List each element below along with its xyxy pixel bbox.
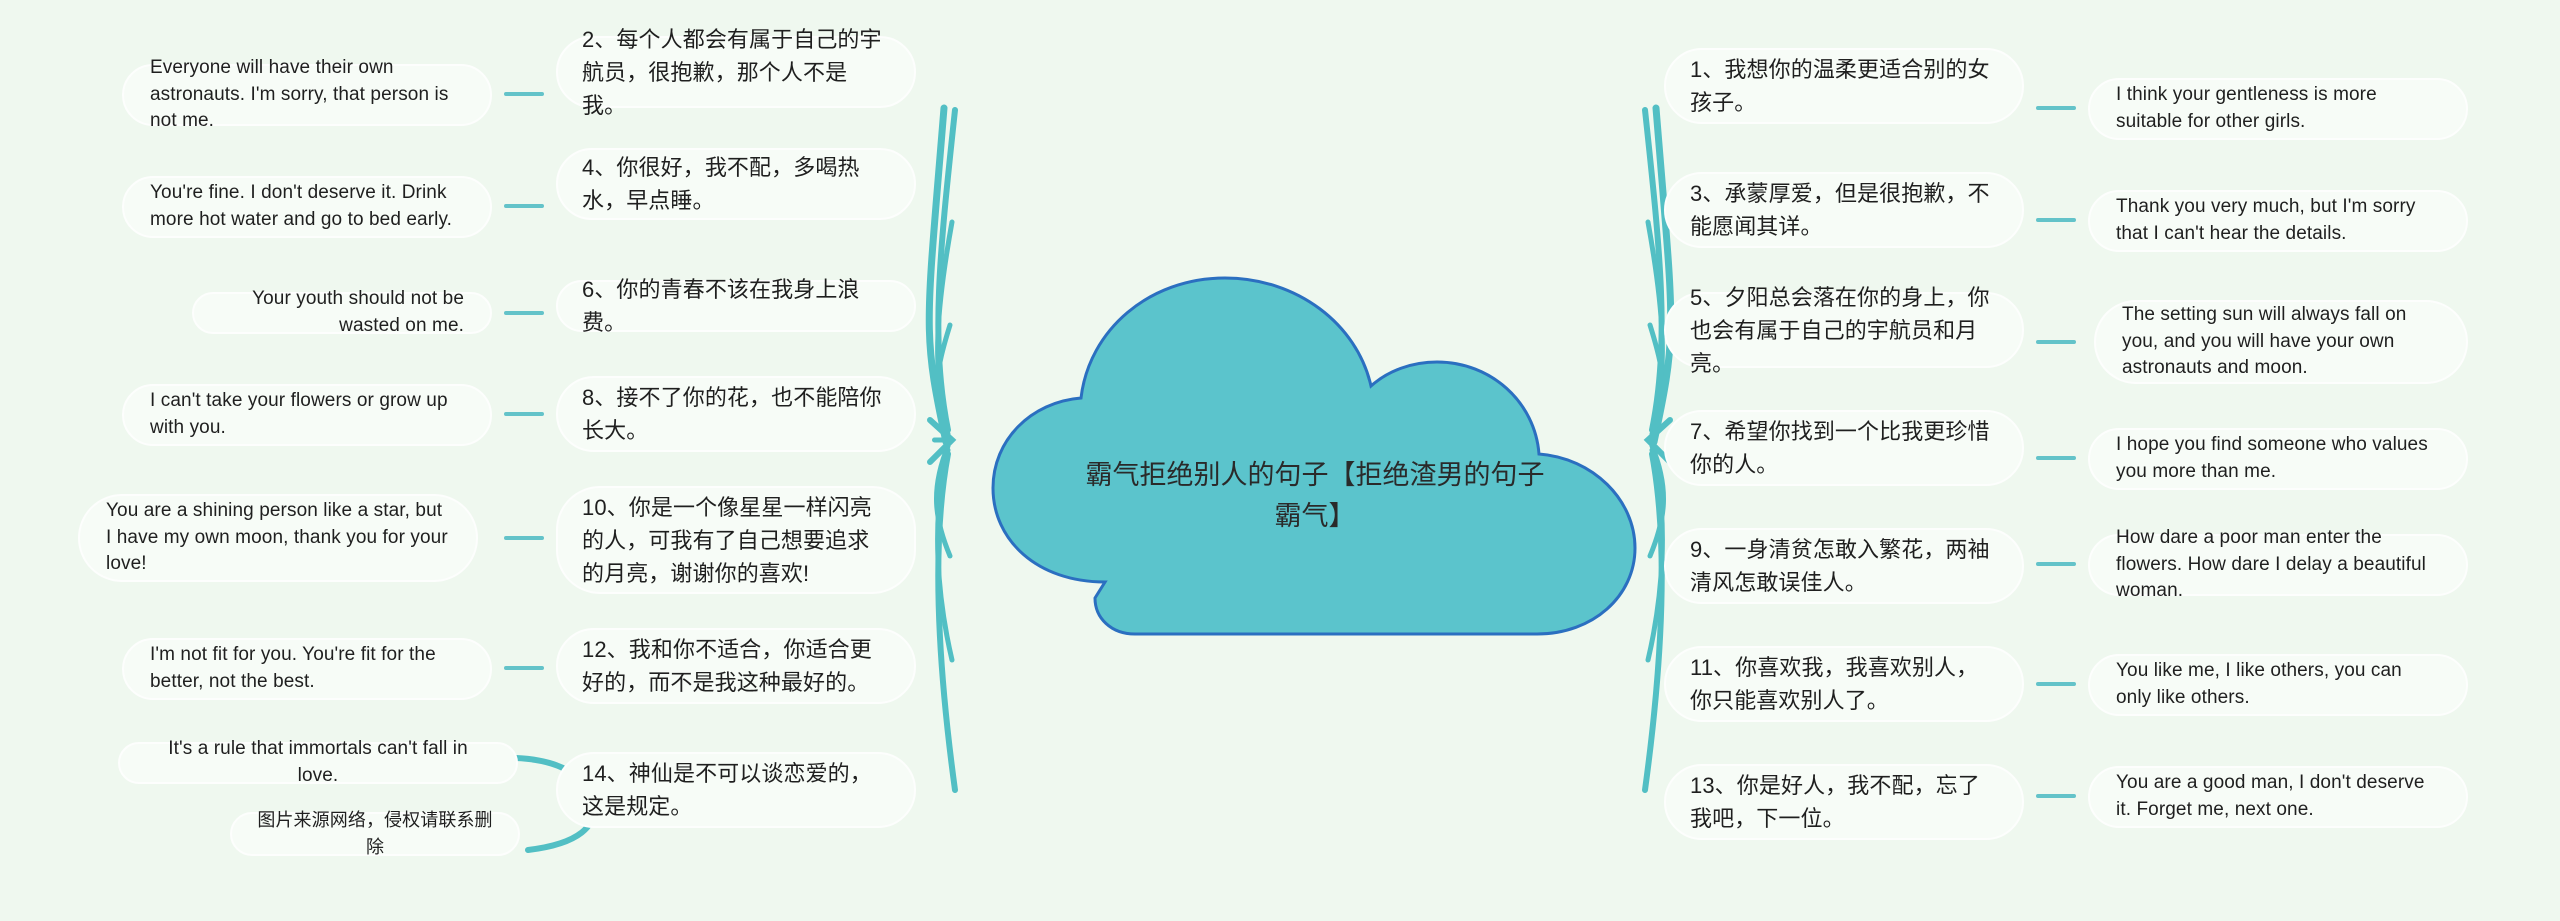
list-item[interactable]: You are a shining person like a star, bu… [78,494,478,582]
node-text-zh: 4、你很好，我不配，多喝热水，早点睡。 [582,155,860,213]
list-item[interactable]: 4、你很好，我不配，多喝热水，早点睡。 [556,148,916,220]
list-item[interactable]: 7、希望你找到一个比我更珍惜你的人。 [1664,410,2024,486]
node-text-zh: 3、承蒙厚爱，但是很抱歉，不能愿闻其详。 [1690,181,1990,239]
node-text-en: Your youth should not be wasted on me. [252,288,464,336]
central-cloud [985,248,1645,648]
list-item[interactable]: 9、一身清贫怎敢入繁花，两袖清风怎敢误佳人。 [1664,528,2024,604]
mindmap-canvas: 霸气拒绝别人的句子【拒绝渣男的句子霸气】 2、每个人都会有属于自己的宇航员，很抱… [0,0,2560,921]
list-item[interactable]: You like me, I like others, you can only… [2088,654,2468,716]
connector-dash [504,666,544,670]
list-item[interactable]: 3、承蒙厚爱，但是很抱歉，不能愿闻其详。 [1664,172,2024,248]
list-item[interactable]: 12、我和你不适合，你适合更好的，而不是我这种最好的。 [556,628,916,704]
connector-dash [2036,794,2076,798]
connector-dash [2036,562,2076,566]
list-item[interactable]: 6、你的青春不该在我身上浪费。 [556,277,916,335]
connector-dash [504,311,544,315]
node-text-zh: 11、你喜欢我，我喜欢别人，你只能喜欢别人了。 [1690,655,1979,713]
list-item[interactable]: I'm not fit for you. You're fit for the … [122,638,492,700]
list-item[interactable]: 11、你喜欢我，我喜欢别人，你只能喜欢别人了。 [1664,646,2024,722]
list-item[interactable]: How dare a poor man enter the flowers. H… [2088,527,2468,601]
node-text-zh: 6、你的青春不该在我身上浪费。 [582,277,860,335]
list-item[interactable]: You're fine. I don't deserve it. Drink m… [122,176,492,238]
node-text-en: Everyone will have their own astronauts.… [150,56,449,132]
list-item[interactable]: It's a rule that immortals can't fall in… [118,738,518,786]
list-item[interactable]: 8、接不了你的花，也不能陪你长大。 [556,376,916,452]
list-item[interactable]: I hope you find someone who values you m… [2088,428,2468,490]
list-item[interactable]: I think your gentleness is more suitable… [2088,78,2468,140]
connector-dash [2036,106,2076,110]
node-text-en: I think your gentleness is more suitable… [2116,84,2377,132]
node-text-en: I hope you find someone who values you m… [2116,434,2428,482]
connector-dash [2036,456,2076,460]
node-text-en: You are a good man, I don't deserve it. … [2116,772,2425,820]
node-text-en: I'm not fit for you. You're fit for the … [150,644,436,692]
list-item[interactable]: The setting sun will always fall on you,… [2094,300,2468,384]
node-text-en: Thank you very much, but I'm sorry that … [2116,196,2416,244]
list-item[interactable]: I can't take your flowers or grow up wit… [122,384,492,446]
node-text-en: I can't take your flowers or grow up wit… [150,390,448,438]
connector-dash [2036,340,2076,344]
list-item[interactable]: Everyone will have their own astronauts.… [122,57,492,131]
node-text-zh: 8、接不了你的花，也不能陪你长大。 [582,385,882,443]
connector-dash [2036,682,2076,686]
connector-dash [504,92,544,96]
connector-dash [504,204,544,208]
list-item[interactable]: 2、每个人都会有属于自己的宇航员，很抱歉，那个人不是我。 [556,27,916,118]
node-text-en: It's a rule that immortals can't fall in… [168,738,468,786]
connector-dash [504,412,544,416]
list-item[interactable]: Thank you very much, but I'm sorry that … [2088,190,2468,252]
node-text-zh: 9、一身清贫怎敢入繁花，两袖清风怎敢误佳人。 [1690,537,1990,595]
list-item[interactable]: 1、我想你的温柔更适合别的女孩子。 [1664,48,2024,124]
page-title: 霸气拒绝别人的句子【拒绝渣男的句子霸气】 [1085,460,1545,532]
list-item[interactable]: 5、夕阳总会落在你的身上，你也会有属于自己的宇航员和月亮。 [1664,285,2024,376]
node-text-zh: 5、夕阳总会落在你的身上，你也会有属于自己的宇航员和月亮。 [1690,284,1990,376]
node-text-zh: 13、你是好人，我不配，忘了我吧，下一位。 [1690,773,1980,831]
watermark-note: 图片来源网络，侵权请联系删除 [230,810,520,857]
connector-dash [504,536,544,540]
node-text-en: You're fine. I don't deserve it. Drink m… [150,182,453,230]
node-text-en: The setting sun will always fall on you,… [2122,303,2407,379]
node-text-zh: 10、你是一个像星星一样闪亮的人，可我有了自己想要追求的月亮，谢谢你的喜欢! [582,494,872,586]
node-text-en: You are a shining person like a star, bu… [106,499,448,575]
node-text-zh: 12、我和你不适合，你适合更好的，而不是我这种最好的。 [582,637,872,695]
list-item[interactable]: You are a good man, I don't deserve it. … [2088,766,2468,828]
node-text-zh: 2、每个人都会有属于自己的宇航员，很抱歉，那个人不是我。 [582,26,882,118]
list-item[interactable]: 13、你是好人，我不配，忘了我吧，下一位。 [1664,764,2024,840]
watermark-text: 图片来源网络，侵权请联系删除 [257,810,493,857]
node-text-zh: 7、希望你找到一个比我更珍惜你的人。 [1690,419,1990,477]
connector-dash [2036,218,2076,222]
list-item[interactable]: 14、神仙是不可以谈恋爱的，这是规定。 [556,752,916,828]
node-text-zh: 1、我想你的温柔更适合别的女孩子。 [1690,57,1990,115]
node-text-en: How dare a poor man enter the flowers. H… [2116,526,2426,602]
node-text-en: You like me, I like others, you can only… [2116,660,2402,708]
list-item[interactable]: Your youth should not be wasted on me. [192,288,492,336]
list-item[interactable]: 10、你是一个像星星一样闪亮的人，可我有了自己想要追求的月亮，谢谢你的喜欢! [556,486,916,594]
node-text-zh: 14、神仙是不可以谈恋爱的，这是规定。 [582,761,872,819]
